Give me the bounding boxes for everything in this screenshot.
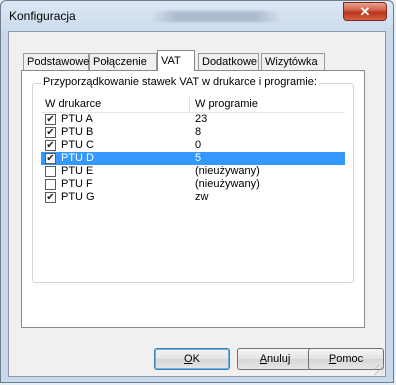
tab-wizytowka[interactable]: Wizytówka: [261, 53, 325, 70]
printer-rate-cell: PTU E: [61, 165, 94, 177]
tab-label: Dodatkowe: [202, 56, 258, 68]
program-rate-cell: (nieużywany): [195, 178, 260, 190]
row-checkbox[interactable]: ✔: [45, 153, 56, 164]
program-rate-cell: zw: [195, 191, 209, 203]
program-rate-cell: 23: [195, 113, 208, 125]
column-header-printer[interactable]: W drukarce: [45, 98, 101, 110]
program-rate-cell: 5: [195, 152, 202, 164]
row-checkbox[interactable]: ✔: [45, 127, 56, 138]
dialog-client-area: Podstawowe Połączenie VAT Dodatkowe Wizy…: [8, 31, 386, 377]
printer-rate-cell: PTU A: [61, 113, 93, 125]
tab-podstawowe[interactable]: Podstawowe: [23, 53, 89, 70]
vat-rate-list[interactable]: W drukarce W programie ✔ PTU A 23 ✔ PTU B 8 ✔ P…: [41, 97, 345, 204]
printer-rate-cell: PTU D: [61, 152, 94, 164]
ok-label: K: [192, 353, 200, 365]
resize-grip[interactable]: [374, 365, 384, 375]
tab-dodatkowe[interactable]: Dodatkowe: [198, 53, 259, 70]
printer-rate-cell: PTU C: [61, 139, 94, 151]
program-rate-cell: (nieużywany): [195, 165, 260, 177]
printer-rate-cell: PTU G: [61, 191, 95, 203]
column-header-program[interactable]: W programie: [195, 98, 258, 110]
cancel-button[interactable]: Anuluj: [237, 348, 313, 370]
help-label: omoc: [336, 353, 364, 365]
list-item[interactable]: ✔ PTU G zw: [41, 191, 345, 204]
ok-accel: O: [184, 353, 193, 365]
help-button[interactable]: Pomoc: [308, 348, 384, 370]
program-rate-cell: 0: [195, 139, 202, 151]
tab-label: Wizytówka: [265, 56, 318, 68]
ok-button[interactable]: OK: [154, 348, 230, 370]
row-checkbox[interactable]: ✔: [45, 114, 56, 125]
tab-label: Podstawowe: [27, 56, 90, 68]
vat-tab-panel: Przyporządkowanie stawek VAT w drukarce …: [21, 70, 365, 328]
tab-vat[interactable]: VAT: [157, 50, 195, 71]
blurred-title-text: [151, 11, 281, 22]
tab-label: Połączenie: [93, 56, 147, 68]
title-bar[interactable]: Konfiguracja ✕: [1, 1, 393, 31]
cancel-label: nuluj: [267, 353, 291, 365]
close-icon: ✕: [359, 3, 371, 19]
config-window: Konfiguracja ✕ Podstawowe Połączenie VAT…: [0, 0, 394, 383]
row-checkbox[interactable]: ✔: [45, 140, 56, 151]
list-rows: ✔ PTU A 23 ✔ PTU B 8 ✔ PTU C 0 ✔ PTU D 5 PTU E (nieuż…: [41, 113, 345, 204]
list-header: W drukarce W programie: [41, 97, 345, 113]
tab-polaczenie[interactable]: Połączenie: [89, 53, 157, 70]
vat-mapping-group: Przyporządkowanie stawek VAT w drukarce …: [32, 76, 354, 283]
group-label: Przyporządkowanie stawek VAT w drukarce …: [41, 76, 319, 88]
row-checkbox[interactable]: ✔: [45, 192, 56, 203]
row-checkbox[interactable]: [45, 166, 56, 177]
column-separator[interactable]: [189, 97, 190, 112]
printer-rate-cell: PTU B: [61, 126, 94, 138]
list-item[interactable]: ✔ PTU A 23: [41, 113, 345, 126]
close-button[interactable]: ✕: [343, 2, 387, 21]
list-item[interactable]: ✔ PTU D 5: [41, 152, 345, 165]
list-item[interactable]: PTU F (nieużywany): [41, 178, 345, 191]
list-item[interactable]: ✔ PTU B 8: [41, 126, 345, 139]
window-title: Konfiguracja: [9, 9, 76, 23]
list-item[interactable]: ✔ PTU C 0: [41, 139, 345, 152]
tab-label: VAT: [161, 55, 181, 67]
cancel-accel: A: [259, 353, 268, 365]
row-checkbox[interactable]: [45, 179, 56, 190]
program-rate-cell: 8: [195, 126, 202, 138]
list-item[interactable]: PTU E (nieużywany): [41, 165, 345, 178]
printer-rate-cell: PTU F: [61, 178, 93, 190]
